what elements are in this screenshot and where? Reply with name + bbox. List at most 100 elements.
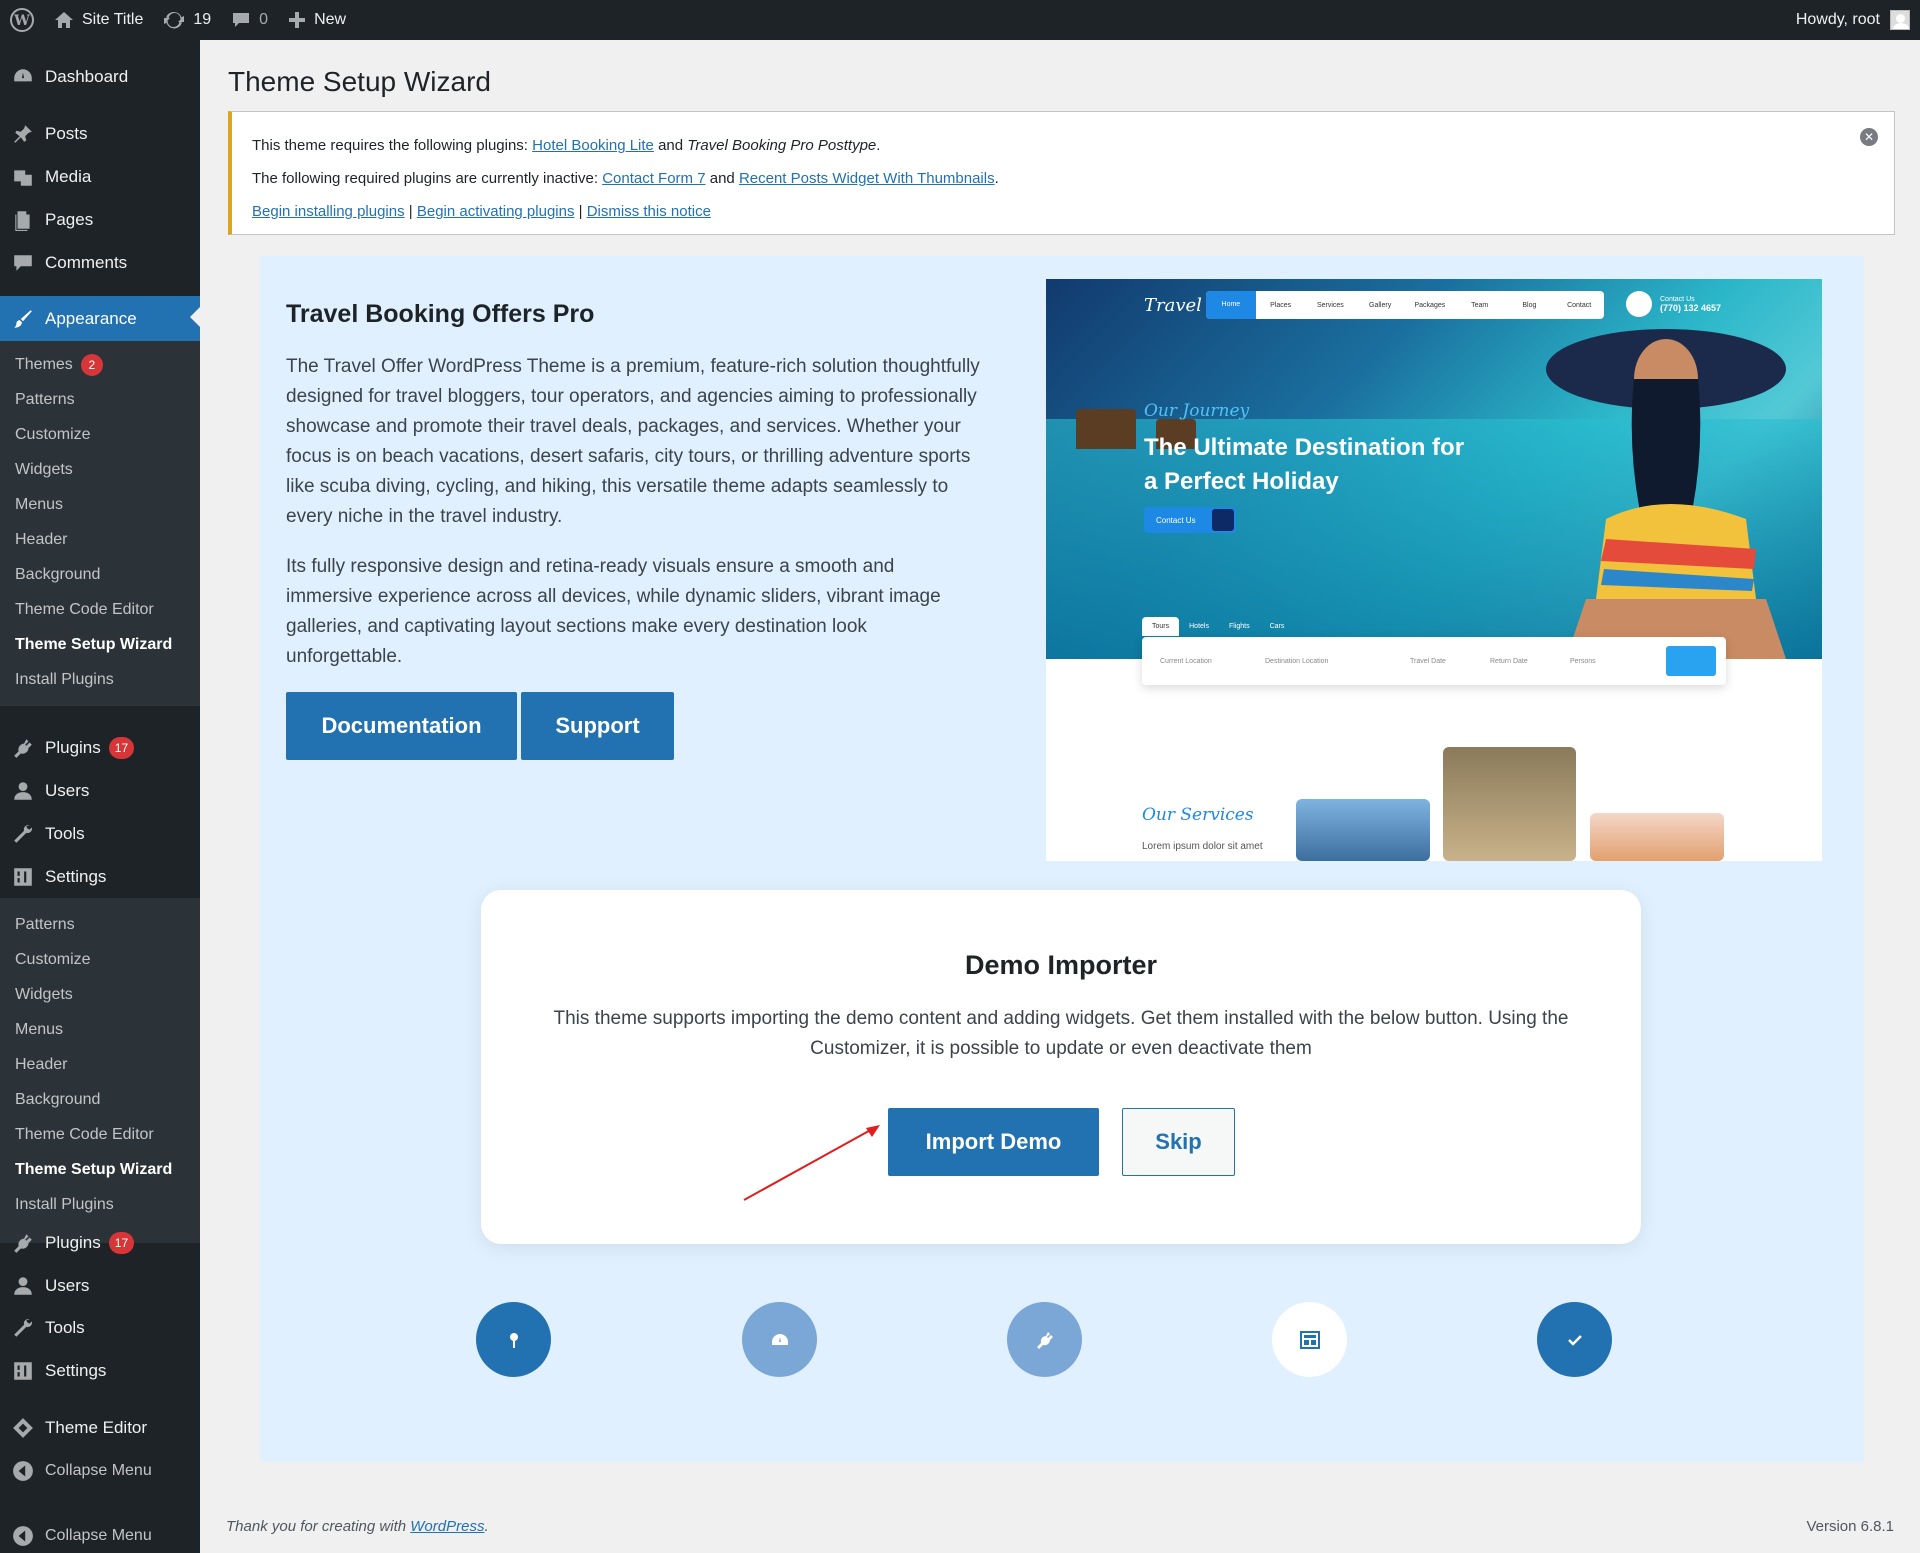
menu-settings-2[interactable]: Settings (0, 1350, 200, 1392)
submenu-customize[interactable]: Customize (0, 417, 200, 452)
menu-label: Appearance (45, 308, 137, 328)
my-account-link[interactable]: Howdy, root (1796, 10, 1920, 30)
preview-search-field: Return Date (1490, 657, 1528, 665)
preview-card-image (1443, 747, 1576, 861)
comments-link[interactable]: 0 (221, 0, 278, 40)
wordpress-link[interactable]: WordPress (410, 1518, 484, 1535)
theme-description-1: The Travel Offer WordPress Theme is a pr… (286, 356, 980, 527)
themes-badge: 2 (80, 353, 103, 376)
collapse-icon (0, 1525, 45, 1547)
step-5-check-icon[interactable] (1537, 1302, 1612, 1377)
begin-activating-link[interactable]: Begin activating plugins (417, 203, 575, 220)
step-1-plugin-icon[interactable] (476, 1302, 551, 1377)
preview-cta: Contact Us (1144, 507, 1236, 533)
avatar (1890, 10, 1910, 30)
howdy-text: Howdy, root (1795, 11, 1880, 28)
preview-tab: Flights (1228, 623, 1250, 630)
collapse-menu-button-2[interactable]: Collapse Menu (0, 1515, 200, 1553)
updates-link[interactable]: 19 (153, 0, 221, 40)
menu-label: Posts (45, 124, 88, 143)
preview-nav-item: Contact (1567, 301, 1592, 309)
pages-icon (0, 209, 45, 231)
close-icon[interactable]: ✕ (1860, 128, 1878, 146)
menu-dashboard[interactable]: Dashboard (0, 56, 200, 98)
pin-icon (509, 1332, 518, 1348)
submenu-widgets[interactable]: Widgets (0, 452, 200, 487)
layout-icon (1299, 1330, 1320, 1349)
site-title-link[interactable]: Site Title (44, 0, 153, 40)
preview-tab: Cars (1269, 623, 1285, 630)
preview-contact-label: Contact Us (1660, 295, 1695, 303)
comment-icon (233, 13, 250, 27)
submenu-themes[interactable]: Themes 2 (0, 347, 200, 382)
submenu-patterns[interactable]: Patterns (0, 382, 200, 417)
submenu-background[interactable]: Background (0, 1082, 200, 1117)
step-2-dashboard-icon[interactable] (742, 1302, 817, 1377)
plus-icon (289, 12, 306, 28)
menu-label: Tools (45, 824, 85, 843)
new-content-link[interactable]: New (278, 0, 356, 40)
preview-services-title: Our Services (1142, 805, 1254, 825)
submenu-header[interactable]: Header (0, 522, 200, 557)
appearance-submenu: Themes 2 Patterns Customize Widgets Menus… (0, 341, 200, 706)
comments-icon (0, 252, 45, 274)
step-4-layout-icon[interactable] (1272, 1302, 1347, 1377)
step-3-brush-icon[interactable] (1007, 1302, 1082, 1377)
submenu-install-plugins[interactable]: Install Plugins (0, 1187, 200, 1222)
menu-media[interactable]: Media (0, 156, 200, 198)
demo-importer-description: This theme supports importing the demo c… (553, 1008, 1569, 1059)
submenu-widgets[interactable]: Widgets (0, 977, 200, 1012)
menu-tools[interactable]: Tools (0, 813, 200, 855)
contact-form-7-link[interactable]: Contact Form 7 (602, 170, 705, 187)
skip-button[interactable]: Skip (1122, 1108, 1235, 1176)
support-button[interactable]: Support (521, 692, 674, 760)
submenu-header[interactable]: Header (0, 1047, 200, 1082)
menu-users-2[interactable]: Users (0, 1265, 200, 1307)
menu-posts[interactable]: Posts (0, 113, 200, 155)
plugin-icon (0, 737, 45, 759)
preview-search-bar: Current Location Destination Location Tr… (1142, 637, 1726, 685)
submenu-theme-setup-wizard[interactable]: Theme Setup Wizard (0, 1152, 200, 1187)
recent-posts-widget-link[interactable]: Recent Posts Widget With Thumbnails (739, 170, 995, 187)
menu-plugins[interactable]: Plugins 17 (0, 727, 200, 769)
dismiss-notice-link[interactable]: Dismiss this notice (587, 203, 711, 220)
preview-lorem: Lorem ipsum dolor sit amet (1142, 841, 1263, 852)
menu-users[interactable]: Users (0, 770, 200, 812)
submenu-background[interactable]: Background (0, 557, 200, 592)
submenu-patterns[interactable]: Patterns (0, 907, 200, 942)
submenu-theme-setup-wizard[interactable]: Theme Setup Wizard (0, 627, 200, 662)
documentation-button[interactable]: Documentation (286, 692, 517, 760)
menu-label: Settings (45, 867, 107, 886)
submenu-menus[interactable]: Menus (0, 487, 200, 522)
brush-icon (1036, 1331, 1053, 1349)
menu-settings[interactable]: Settings (0, 856, 200, 898)
menu-comments[interactable]: Comments (0, 242, 200, 284)
collapse-icon (0, 1460, 45, 1482)
footer-thanks: Thank you for creating with WordPress. (226, 1518, 489, 1535)
menu-tools-2[interactable]: Tools (0, 1307, 200, 1349)
paintbrush-icon (0, 308, 45, 330)
preview-hut (1076, 409, 1136, 449)
submenu-menus[interactable]: Menus (0, 1012, 200, 1047)
submenu-theme-code-editor[interactable]: Theme Code Editor (0, 592, 200, 627)
submenu-theme-code-editor[interactable]: Theme Code Editor (0, 1117, 200, 1152)
submenu-customize[interactable]: Customize (0, 942, 200, 977)
menu-theme-editor[interactable]: Theme Editor (0, 1407, 200, 1449)
menu-appearance[interactable]: Appearance (0, 296, 200, 341)
begin-installing-link[interactable]: Begin installing plugins (252, 203, 405, 220)
wrench-icon (0, 823, 45, 845)
preview-card-image (1590, 813, 1724, 861)
settings-submenu: Patterns Customize Widgets Menus Header … (0, 898, 200, 1243)
page-title: Theme Setup Wizard (228, 66, 491, 97)
collapse-menu-button[interactable]: Collapse Menu (0, 1450, 200, 1492)
hotel-booking-lite-link[interactable]: Hotel Booking Lite (532, 137, 654, 154)
wordpress-logo-icon[interactable]: W (0, 0, 44, 40)
submenu-install-plugins[interactable]: Install Plugins (0, 662, 200, 697)
import-demo-button[interactable]: Import Demo (888, 1108, 1099, 1176)
menu-pages[interactable]: Pages (0, 199, 200, 241)
preview-logo: Travel (1144, 295, 1202, 316)
preview-tab: Tours (1142, 617, 1180, 636)
comments-count: 0 (259, 11, 269, 28)
menu-plugins-2[interactable]: Plugins 17 (0, 1222, 200, 1264)
menu-label: Dashboard (45, 67, 129, 86)
